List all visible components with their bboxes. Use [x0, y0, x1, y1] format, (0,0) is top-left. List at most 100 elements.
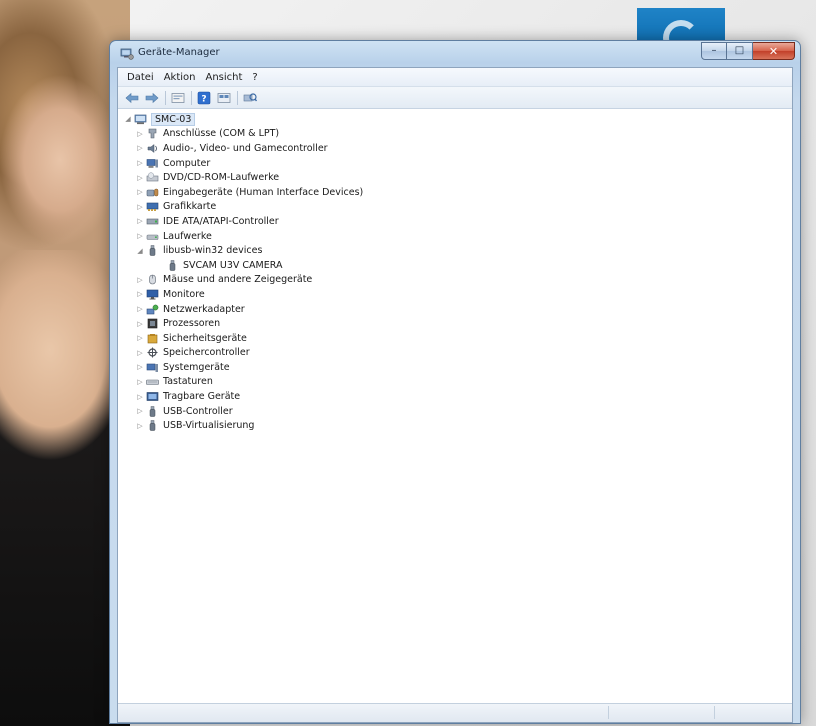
expand-arrow-icon[interactable]: ▷	[136, 232, 144, 240]
monitor-icon	[146, 289, 159, 300]
svg-text:?: ?	[201, 94, 206, 104]
display-adapter-icon	[146, 201, 159, 212]
back-button[interactable]	[124, 90, 140, 106]
tree-category-item[interactable]: ▷ Grafikkarte	[118, 200, 792, 215]
minimize-button[interactable]: –	[701, 42, 727, 60]
collapse-arrow-icon[interactable]: ◢	[124, 115, 132, 123]
tree-item-label: Speichercontroller	[163, 347, 250, 359]
device-manager-window: Geräte-Manager – □ ✕ Datei Aktion Ansich…	[109, 40, 801, 724]
collapse-arrow-icon[interactable]: ◢	[136, 247, 144, 255]
menu-help[interactable]: ?	[247, 71, 262, 84]
hid-icon	[146, 187, 159, 198]
device-tree[interactable]: ◢ SMC-03 ▷ Anschlüsse (COM & LPT) ▷ Audio-, V…	[118, 109, 792, 704]
tree-category-item[interactable]: ▷ DVD/CD-ROM-Laufwerke	[118, 170, 792, 185]
window-controls: – □ ✕	[701, 42, 795, 60]
expand-arrow-icon[interactable]: ▷	[136, 378, 144, 386]
tree-category-item[interactable]: ▷ Anschlüsse (COM & LPT)	[118, 127, 792, 142]
back-icon	[125, 92, 139, 103]
close-icon: ✕	[768, 44, 779, 58]
expand-arrow-icon[interactable]: ▷	[136, 130, 144, 138]
tree-category-item[interactable]: ▷ Tastaturen	[118, 375, 792, 390]
device-view-icon	[217, 92, 231, 103]
expand-arrow-icon[interactable]: ▷	[136, 203, 144, 211]
tree-root-label: SMC-03	[151, 112, 196, 126]
tree-category-item[interactable]: ▷ USB-Virtualisierung	[118, 418, 792, 433]
tree-category-item[interactable]: ▷ Speichercontroller	[118, 346, 792, 361]
expand-arrow-icon[interactable]: ▷	[136, 305, 144, 313]
tree-category-item[interactable]: ◢ libusb-win32 devices	[118, 243, 792, 258]
system-device-icon	[146, 362, 159, 373]
tree-item-label: SVCAM U3V CAMERA	[183, 259, 283, 271]
tree-item-label: Monitore	[163, 288, 205, 300]
properties-view-button[interactable]	[170, 90, 186, 106]
tree-item-label: Computer	[163, 157, 211, 169]
expand-arrow-icon[interactable]: ▷	[136, 349, 144, 357]
expand-arrow-icon[interactable]: ▷	[136, 422, 144, 430]
tree-device-item[interactable]: SVCAM U3V CAMERA	[118, 258, 792, 273]
expand-arrow-icon[interactable]: ▷	[136, 144, 144, 152]
tree-item-label: Systemgeräte	[163, 361, 230, 373]
tree-item-label: Eingabegeräte (Human Interface Devices)	[163, 186, 364, 198]
tree-item-label: Tragbare Geräte	[163, 391, 241, 403]
menu-aktion[interactable]: Aktion	[159, 71, 201, 84]
usb-device-icon	[166, 259, 179, 271]
tree-item-label: Sicherheitsgeräte	[163, 332, 247, 344]
minimize-icon: –	[711, 45, 717, 56]
toolbar-separator	[191, 90, 192, 105]
processor-icon	[146, 318, 159, 329]
tree-category-item[interactable]: ▷ Systemgeräte	[118, 360, 792, 375]
tree-category-item[interactable]: ▷ Mäuse und andere Zeigegeräte	[118, 273, 792, 288]
expand-arrow-icon[interactable]: ▷	[136, 217, 144, 225]
expand-arrow-icon[interactable]: ▷	[136, 407, 144, 415]
tree-root-item[interactable]: ◢ SMC-03	[118, 112, 792, 127]
tree-item-label: Netzwerkadapter	[163, 303, 245, 315]
expand-arrow-icon[interactable]: ▷	[136, 174, 144, 182]
expand-arrow-icon[interactable]: ▷	[136, 393, 144, 401]
keyboard-icon	[146, 376, 159, 387]
tree-item-label: DVD/CD-ROM-Laufwerke	[163, 172, 280, 184]
tree-item-label: IDE ATA/ATAPI-Controller	[163, 215, 279, 227]
status-bar	[118, 703, 792, 722]
title-bar[interactable]: Geräte-Manager – □ ✕	[110, 41, 800, 67]
tree-category-item[interactable]: ▷ Laufwerke	[118, 229, 792, 244]
expand-arrow-icon[interactable]: ▷	[136, 159, 144, 167]
device-view-button[interactable]	[216, 90, 232, 106]
expand-arrow-icon[interactable]: ▷	[136, 276, 144, 284]
tree-category-item[interactable]: ▷ IDE ATA/ATAPI-Controller	[118, 214, 792, 229]
security-device-icon	[146, 333, 159, 344]
toolbar-separator	[165, 90, 166, 105]
expand-arrow-icon[interactable]: ▷	[136, 334, 144, 342]
tree-category-item[interactable]: ▷ Sicherheitsgeräte	[118, 331, 792, 346]
tree-category-item[interactable]: ▷ Netzwerkadapter	[118, 302, 792, 317]
menu-bar: Datei Aktion Ansicht ?	[118, 68, 792, 87]
usb-icon	[146, 405, 159, 417]
expand-arrow-icon[interactable]: ▷	[136, 320, 144, 328]
scan-hardware-icon	[243, 92, 257, 101]
expand-arrow-icon[interactable]: ▷	[136, 363, 144, 371]
tree-category-item[interactable]: ▷ Tragbare Geräte	[118, 389, 792, 404]
tree-category-item[interactable]: ▷ Eingabegeräte (Human Interface Devices)	[118, 185, 792, 200]
close-button[interactable]: ✕	[753, 42, 795, 60]
help-button[interactable]: ?	[196, 90, 212, 106]
ide-controller-icon	[146, 216, 159, 227]
forward-button[interactable]	[144, 90, 160, 106]
tree-item-label: Prozessoren	[163, 318, 221, 330]
tree-category-item[interactable]: ▷ Audio-, Video- und Gamecontroller	[118, 141, 792, 156]
tree-item-label: Anschlüsse (COM & LPT)	[163, 128, 280, 140]
menu-ansicht[interactable]: Ansicht	[200, 71, 247, 84]
maximize-button[interactable]: □	[727, 42, 753, 60]
tree-category-item[interactable]: ▷ Prozessoren	[118, 316, 792, 331]
scan-hardware-button[interactable]	[242, 90, 258, 106]
menu-datei[interactable]: Datei	[122, 71, 159, 84]
expand-arrow-icon[interactable]: ▷	[136, 290, 144, 298]
tree-category-item[interactable]: ▷ Monitore	[118, 287, 792, 302]
tree-category-item[interactable]: ▷ Computer	[118, 156, 792, 171]
tree-item-label: USB-Virtualisierung	[163, 420, 255, 432]
network-adapter-icon	[146, 304, 159, 315]
tree-category-item[interactable]: ▷ USB-Controller	[118, 404, 792, 419]
tree-item-label: Laufwerke	[163, 230, 212, 242]
usb-icon	[146, 420, 159, 432]
forward-icon	[145, 92, 159, 103]
expand-arrow-icon[interactable]: ▷	[136, 188, 144, 196]
tree-item-label: Mäuse und andere Zeigegeräte	[163, 274, 313, 286]
